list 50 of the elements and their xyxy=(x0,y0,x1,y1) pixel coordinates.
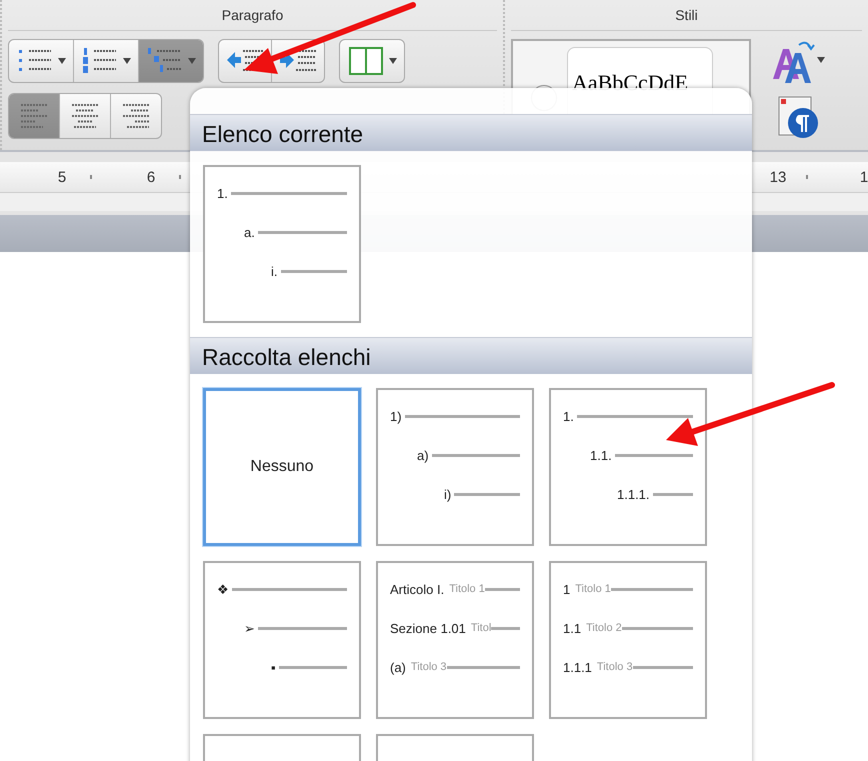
caret-icon xyxy=(57,57,67,65)
list-marker: ▪ xyxy=(271,660,276,674)
list-marker: Articolo I. xyxy=(390,582,444,596)
style-preview-text: AaBbCcDdE xyxy=(572,70,688,95)
section-header: Elenco corrente xyxy=(190,114,752,151)
caret-icon xyxy=(122,57,132,65)
list-marker: a. xyxy=(244,224,255,240)
list-style-tile[interactable]: Articolo I. Titolo 1 Sezione 1.01 Titol (a) Titolo 3 xyxy=(376,561,534,719)
group-title: Paragrafo xyxy=(8,0,497,31)
heading-caption: Titolo 3 xyxy=(596,661,633,673)
heading-caption: Titolo 3 xyxy=(410,661,447,673)
columns-icon xyxy=(346,46,386,76)
caret-icon xyxy=(388,57,398,65)
heading-caption: Titolo 2 xyxy=(586,622,622,634)
list-marker: i. xyxy=(271,264,278,278)
list-style-tile[interactable]: 1) a) i) xyxy=(376,388,534,546)
styles-pane-icon[interactable] xyxy=(777,95,821,139)
list-style-tile[interactable]: Nessuno xyxy=(203,388,361,546)
list-marker: (a) xyxy=(390,660,406,674)
heading-caption: Titol xyxy=(470,622,492,634)
heading-caption: Titolo 1 xyxy=(449,583,485,595)
list-style-tile[interactable]: 1. a. i. xyxy=(203,165,361,323)
section-header: Raccolta elenchi xyxy=(190,337,752,374)
list-marker: Sezione 1.01 xyxy=(390,620,466,636)
ruler-number: 5 xyxy=(56,168,68,186)
list-marker: i) xyxy=(444,486,452,502)
list-marker: 1.1 xyxy=(563,620,582,636)
text-styles-icon[interactable] xyxy=(771,39,827,85)
list-style-tile[interactable]: 1 Titolo 1 1.1 Titolo 2 1.1.1 Titolo 3 xyxy=(549,561,707,719)
heading-caption: Titolo 1 xyxy=(575,583,611,595)
none-label: Nessuno xyxy=(250,458,314,476)
list-marker: 1.1.1 xyxy=(563,660,592,674)
ruler-number: 1 xyxy=(858,168,868,186)
list-style-tile[interactable]: ❖ ➢ ▪ xyxy=(203,561,361,719)
list-marker: a) xyxy=(417,448,429,462)
list-marker: ➢ xyxy=(244,620,255,636)
list-style-tile[interactable]: 1.1.1. 1.1.1. xyxy=(549,388,707,546)
list-marker: ❖ xyxy=(217,582,229,596)
ruler-number: 6 xyxy=(146,168,156,186)
list-marker: 1 xyxy=(563,582,570,596)
list-marker: 1. xyxy=(217,186,228,200)
list-marker: 1.1.1. xyxy=(617,486,650,502)
list-marker: 1) xyxy=(390,408,402,424)
multilevel-list-button[interactable] xyxy=(139,40,203,82)
align-left-button[interactable] xyxy=(9,94,60,138)
ruler-number: 13 xyxy=(768,168,788,186)
group-title: Stili xyxy=(511,0,862,31)
caret-icon xyxy=(187,57,197,65)
list-marker: 1.1. xyxy=(590,448,612,462)
list-marker: 1. xyxy=(563,408,574,424)
